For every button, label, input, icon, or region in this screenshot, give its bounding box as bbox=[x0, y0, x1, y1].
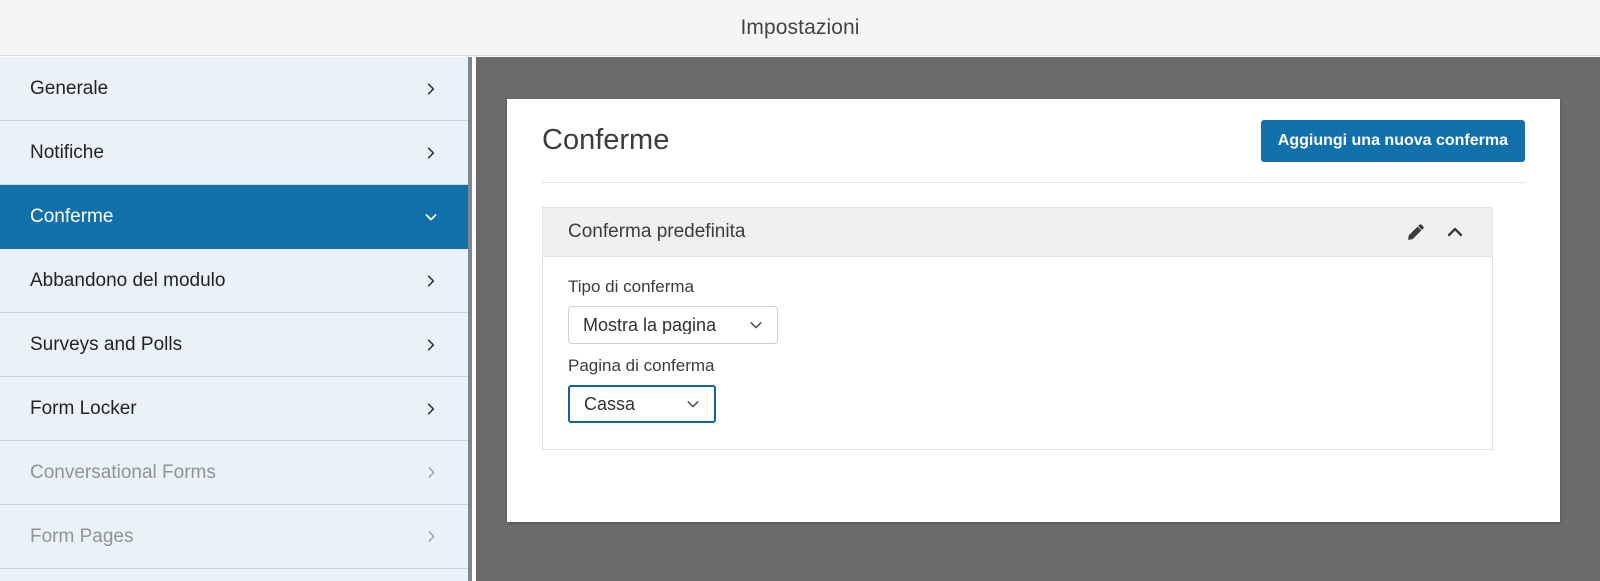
sidebar-item-form-locker[interactable]: Form Locker bbox=[0, 377, 468, 441]
add-new-confirmation-button[interactable]: Aggiungi una nuova conferma bbox=[1260, 119, 1525, 162]
select-value: Cassa bbox=[584, 395, 636, 413]
sidebar-item-label: Form Locker bbox=[30, 398, 137, 419]
confirmation-panel-header[interactable]: Conferma predefinita bbox=[543, 208, 1492, 257]
confirmation-panel-title: Conferma predefinita bbox=[568, 221, 746, 242]
pencil-icon[interactable] bbox=[1398, 215, 1432, 249]
field-pagina-di-conferma: Pagina di conferma Cassa bbox=[568, 356, 1467, 423]
chevron-down-icon bbox=[422, 208, 440, 226]
confirmation-type-select[interactable]: Mostra la pagina bbox=[568, 306, 778, 344]
sidebar-item-conversational-forms[interactable]: Conversational Forms bbox=[0, 441, 468, 505]
chevron-right-icon bbox=[422, 528, 440, 546]
sidebar-item-label: Surveys and Polls bbox=[30, 334, 183, 355]
page-title: Impostazioni bbox=[740, 15, 860, 39]
sidebar-item-label: Generale bbox=[30, 78, 109, 99]
chevron-down-icon bbox=[684, 395, 702, 413]
header-divider bbox=[542, 182, 1525, 183]
select-value: Mostra la pagina bbox=[583, 316, 717, 334]
card-content: Conferme Aggiungi una nuova conferma Con… bbox=[542, 99, 1525, 522]
sidebar-item-generale[interactable]: Generale bbox=[0, 57, 468, 121]
sidebar-item-label: Notifiche bbox=[30, 142, 104, 163]
confirmations-card: Conferme Aggiungi una nuova conferma Con… bbox=[507, 99, 1560, 522]
field-label: Pagina di conferma bbox=[568, 356, 715, 375]
confirmation-page-select[interactable]: Cassa bbox=[568, 385, 716, 423]
chevron-down-icon bbox=[747, 316, 765, 334]
card-header: Conferme Aggiungi una nuova conferma bbox=[542, 99, 1525, 182]
sidebar-item-label: Form Pages bbox=[30, 526, 134, 547]
chevron-right-icon bbox=[422, 80, 440, 98]
window-titlebar: Impostazioni bbox=[0, 0, 1600, 56]
chevron-up-icon[interactable] bbox=[1438, 215, 1472, 249]
chevron-right-icon bbox=[422, 272, 440, 290]
sidebar-item-surveys-and-polls[interactable]: Surveys and Polls bbox=[0, 313, 468, 377]
field-tipo-di-conferma: Tipo di conferma Mostra la pagina bbox=[568, 277, 1467, 344]
sidebar-item-label: Abbandono del modulo bbox=[30, 270, 226, 291]
section-heading: Conferme bbox=[542, 124, 670, 156]
sidebar-item-label: Conferme bbox=[30, 206, 114, 227]
sidebar-item-label: Conversational Forms bbox=[30, 462, 216, 483]
chevron-right-icon bbox=[422, 144, 440, 162]
settings-screen: Impostazioni Generale Notifiche Conferme… bbox=[0, 0, 1600, 581]
field-label: Tipo di conferma bbox=[568, 277, 694, 296]
sidebar-item-notifiche[interactable]: Notifiche bbox=[0, 121, 468, 185]
settings-sidebar[interactable]: Generale Notifiche Conferme Abbandono de… bbox=[0, 57, 472, 581]
chevron-right-icon bbox=[422, 336, 440, 354]
sidebar-item-form-pages[interactable]: Form Pages bbox=[0, 505, 468, 569]
chevron-right-icon bbox=[422, 400, 440, 418]
sidebar-item-conferme[interactable]: Conferme bbox=[0, 185, 468, 249]
confirmation-panel-body: Tipo di conferma Mostra la pagina Pagina… bbox=[543, 257, 1492, 449]
sidebar-item-abbandono-del-modulo[interactable]: Abbandono del modulo bbox=[0, 249, 468, 313]
confirmation-panel: Conferma predefinita Tipo di conferma Mo… bbox=[542, 207, 1493, 450]
chevron-right-icon bbox=[422, 464, 440, 482]
